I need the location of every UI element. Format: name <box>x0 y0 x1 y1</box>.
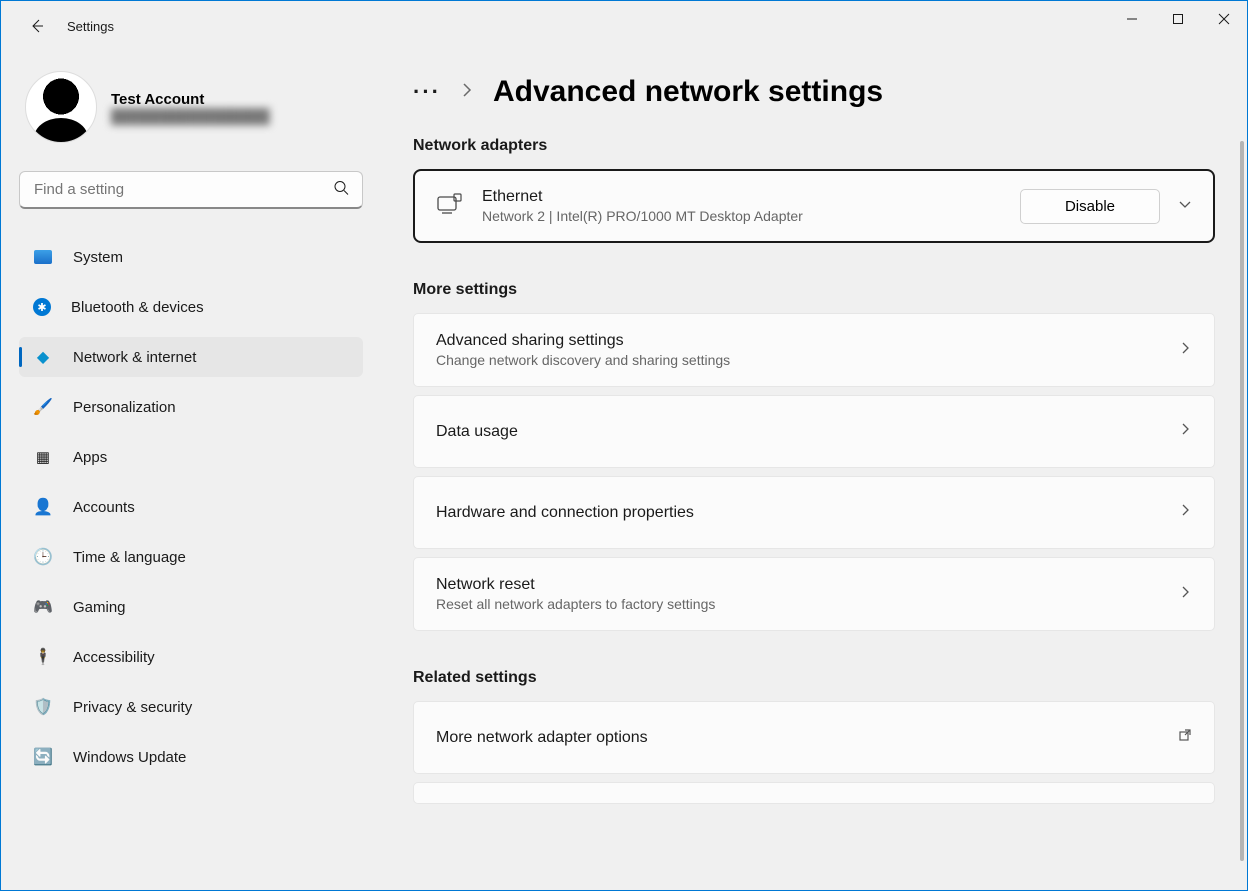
search-input[interactable] <box>19 171 363 209</box>
user-block[interactable]: Test Account ████████████████ <box>19 71 363 143</box>
user-name: Test Account <box>111 91 270 108</box>
sidebar-item-label: Accounts <box>73 499 135 516</box>
card-more-adapter-options[interactable]: More network adapter options <box>413 701 1215 774</box>
external-link-icon <box>1178 728 1192 747</box>
sidebar-item-label: Apps <box>73 449 107 466</box>
sidebar-item-time[interactable]: 🕒 Time & language <box>19 537 363 577</box>
chevron-right-icon <box>1180 503 1192 522</box>
clock-icon: 🕒 <box>33 547 53 567</box>
window-controls <box>1109 1 1247 37</box>
card-network-reset[interactable]: Network reset Reset all network adapters… <box>413 557 1215 631</box>
sidebar-item-label: System <box>73 249 123 266</box>
sidebar-item-label: Personalization <box>73 399 176 416</box>
adapter-detail: Network 2 | Intel(R) PRO/1000 MT Desktop… <box>482 208 1020 224</box>
search-icon <box>333 180 349 201</box>
chevron-down-icon[interactable] <box>1178 197 1192 216</box>
card-title: Hardware and connection properties <box>436 504 1180 522</box>
nav: System ✱ Bluetooth & devices ◆ Network & i… <box>19 237 363 777</box>
apps-icon: ▦ <box>33 447 53 467</box>
minimize-button[interactable] <box>1109 1 1155 37</box>
scrollbar[interactable] <box>1240 141 1244 861</box>
wifi-icon: ◆ <box>33 347 53 367</box>
section-title-more: More settings <box>413 281 1215 299</box>
gamepad-icon: 🎮 <box>33 597 53 617</box>
sidebar-item-label: Network & internet <box>73 349 196 366</box>
maximize-button[interactable] <box>1155 1 1201 37</box>
card-cutoff[interactable] <box>413 782 1215 804</box>
adapter-card-ethernet[interactable]: Ethernet Network 2 | Intel(R) PRO/1000 M… <box>413 169 1215 243</box>
chevron-right-icon <box>1180 585 1192 604</box>
card-sub: Reset all network adapters to factory se… <box>436 596 1180 612</box>
sidebar-item-apps[interactable]: ▦ Apps <box>19 437 363 477</box>
card-title: More network adapter options <box>436 729 1178 747</box>
person-icon: 👤 <box>33 497 53 517</box>
sync-icon: 🔄 <box>33 747 53 767</box>
sidebar-item-label: Accessibility <box>73 649 155 666</box>
section-title-related: Related settings <box>413 669 1215 687</box>
user-email: ████████████████ <box>111 108 270 124</box>
chevron-right-icon <box>1180 422 1192 441</box>
sidebar-item-accounts[interactable]: 👤 Accounts <box>19 487 363 527</box>
shield-icon: 🛡️ <box>33 697 53 717</box>
arrow-left-icon <box>29 18 45 34</box>
sidebar-item-label: Gaming <box>73 599 126 616</box>
card-title: Advanced sharing settings <box>436 332 1180 350</box>
card-data-usage[interactable]: Data usage <box>413 395 1215 468</box>
disable-button[interactable]: Disable <box>1020 189 1160 224</box>
breadcrumb: ··· Advanced network settings <box>413 75 1215 109</box>
sidebar-item-network[interactable]: ◆ Network & internet <box>19 337 363 377</box>
card-advanced-sharing[interactable]: Advanced sharing settings Change network… <box>413 313 1215 387</box>
brush-icon: 🖌️ <box>33 397 53 417</box>
display-icon <box>33 247 53 267</box>
ethernet-icon <box>436 191 462 222</box>
close-button[interactable] <box>1201 1 1247 37</box>
sidebar-item-label: Windows Update <box>73 749 186 766</box>
sidebar: Test Account ████████████████ System ✱ Bl… <box>1 51 381 890</box>
chevron-right-icon <box>1180 341 1192 360</box>
sidebar-item-label: Time & language <box>73 549 186 566</box>
back-button[interactable] <box>21 10 53 42</box>
sidebar-item-privacy[interactable]: 🛡️ Privacy & security <box>19 687 363 727</box>
sidebar-item-label: Bluetooth & devices <box>71 299 204 316</box>
sidebar-item-system[interactable]: System <box>19 237 363 277</box>
sidebar-item-update[interactable]: 🔄 Windows Update <box>19 737 363 777</box>
search-wrapper <box>19 171 363 209</box>
sidebar-item-bluetooth[interactable]: ✱ Bluetooth & devices <box>19 287 363 327</box>
card-hardware-props[interactable]: Hardware and connection properties <box>413 476 1215 549</box>
section-title-adapters: Network adapters <box>413 137 1215 155</box>
content: ··· Advanced network settings Network ad… <box>381 51 1247 890</box>
app-title: Settings <box>67 19 114 34</box>
chevron-right-icon <box>461 82 473 103</box>
titlebar: Settings <box>1 1 1247 51</box>
card-title: Data usage <box>436 423 1180 441</box>
adapter-name: Ethernet <box>482 188 1020 206</box>
sidebar-item-personalization[interactable]: 🖌️ Personalization <box>19 387 363 427</box>
accessibility-icon: 🕴️ <box>33 647 53 667</box>
sidebar-item-accessibility[interactable]: 🕴️ Accessibility <box>19 637 363 677</box>
adapter-body: Ethernet Network 2 | Intel(R) PRO/1000 M… <box>482 188 1020 224</box>
card-sub: Change network discovery and sharing set… <box>436 352 1180 368</box>
sidebar-item-label: Privacy & security <box>73 699 192 716</box>
bluetooth-icon: ✱ <box>33 298 51 316</box>
page-title: Advanced network settings <box>493 75 883 109</box>
avatar <box>25 71 97 143</box>
sidebar-item-gaming[interactable]: 🎮 Gaming <box>19 587 363 627</box>
card-title: Network reset <box>436 576 1180 594</box>
